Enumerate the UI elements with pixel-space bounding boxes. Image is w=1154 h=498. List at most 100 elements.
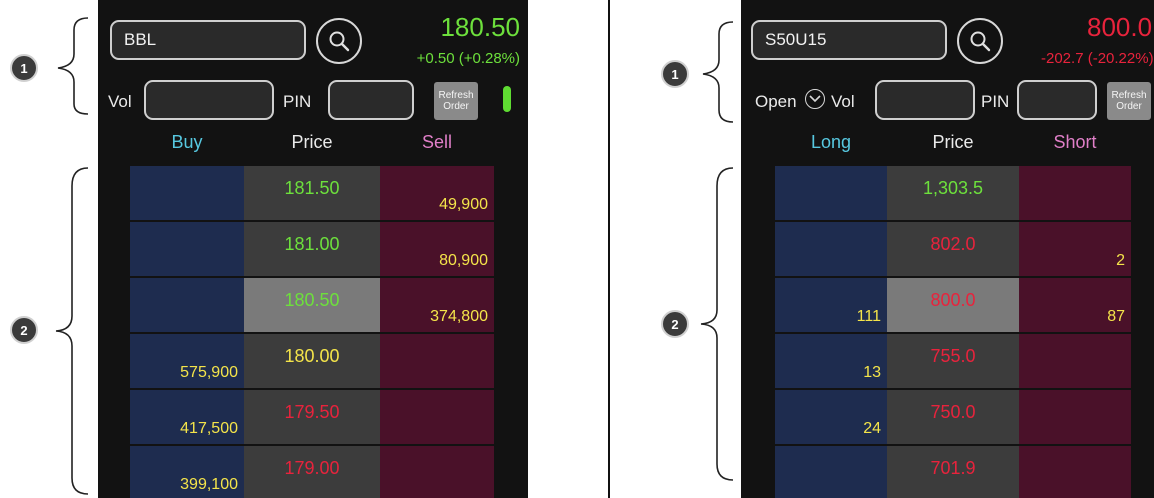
ask-cell[interactable]: 49,900: [380, 166, 494, 220]
bid-cell[interactable]: 575,900: [130, 334, 244, 388]
bid-cell[interactable]: [775, 446, 887, 498]
symbol-input[interactable]: BBL: [110, 20, 306, 60]
ask-cell[interactable]: 374,800: [380, 278, 494, 332]
price-level: 701.9: [930, 458, 976, 478]
last-price: 800.0: [1087, 12, 1153, 42]
last-price: 180.50: [440, 12, 520, 42]
bid-cell[interactable]: [775, 222, 887, 276]
ask-volume: 49,900: [439, 196, 488, 213]
search-icon: [329, 31, 350, 52]
ask-cell[interactable]: 87: [1019, 278, 1131, 332]
ask-cell[interactable]: 80,900: [380, 222, 494, 276]
price-cell[interactable]: 750.0: [887, 390, 1019, 444]
price-cell[interactable]: 180.00: [244, 334, 380, 388]
price-cell[interactable]: 180.50: [244, 278, 380, 332]
ask-cell[interactable]: [1019, 166, 1131, 220]
callout-badge-header-right: 1: [661, 60, 689, 88]
price-level: 181.50: [284, 178, 340, 198]
order-book-row[interactable]: 575,900 180.00: [130, 334, 494, 388]
brace-header-left: [57, 17, 89, 115]
bid-cell[interactable]: 399,100: [130, 446, 244, 498]
order-panel-stock: BBL 180.50 +0.50 (+0.28%) Vol PIN Refres…: [98, 0, 528, 498]
search-icon: [970, 31, 991, 52]
ask-volume: 80,900: [439, 252, 488, 269]
bid-cell[interactable]: [130, 278, 244, 332]
order-book-row[interactable]: 181.00 80,900: [130, 222, 494, 276]
price-cell[interactable]: 800.0: [887, 278, 1019, 332]
order-book-row[interactable]: 701.9: [775, 446, 1131, 498]
refresh-order-button[interactable]: Refresh Order: [434, 82, 478, 120]
ask-cell[interactable]: [1019, 446, 1131, 498]
bid-cell[interactable]: 24: [775, 390, 887, 444]
order-book-row[interactable]: 13 755.0: [775, 334, 1131, 388]
order-book-row[interactable]: 111 800.0 87: [775, 278, 1131, 332]
order-book-row[interactable]: 181.50 49,900: [130, 166, 494, 220]
price-cell[interactable]: 181.00: [244, 222, 380, 276]
callout-badge-book-right: 2: [661, 310, 689, 338]
ask-cell[interactable]: [380, 390, 494, 444]
price-level: 800.0: [930, 290, 976, 310]
price-level: 180.50: [284, 290, 340, 310]
search-button[interactable]: [957, 18, 1003, 64]
vol-label: Vol: [831, 92, 855, 111]
connection-indicator: [503, 86, 511, 112]
price-level: 750.0: [930, 402, 976, 422]
price-cell[interactable]: 181.50: [244, 166, 380, 220]
price-cell[interactable]: 1,303.5: [887, 166, 1019, 220]
ask-cell[interactable]: [380, 334, 494, 388]
pin-input[interactable]: [1017, 80, 1097, 120]
order-book-row[interactable]: 802.0 2: [775, 222, 1131, 276]
price-cell[interactable]: 755.0: [887, 334, 1019, 388]
bid-cell[interactable]: [775, 166, 887, 220]
col-header-price: Price: [291, 132, 333, 152]
col-header-buy: Buy: [171, 132, 203, 152]
pin-input[interactable]: [328, 80, 414, 120]
callout-badge-book-left: 2: [10, 316, 38, 344]
brace-header-right: [702, 21, 734, 123]
vol-input[interactable]: [875, 80, 975, 120]
refresh-order-button[interactable]: Refresh Order: [1107, 82, 1151, 120]
col-header-sell: Sell: [421, 132, 452, 152]
bid-volume: 575,900: [180, 364, 238, 381]
order-book-row[interactable]: 399,100 179.00: [130, 446, 494, 498]
open-dropdown[interactable]: [805, 89, 825, 109]
callout-badge-header-left: 1: [10, 54, 38, 82]
bid-volume: 417,500: [180, 420, 238, 437]
ask-cell[interactable]: [380, 446, 494, 498]
ask-cell[interactable]: 2: [1019, 222, 1131, 276]
price-level: 179.50: [284, 402, 340, 422]
price-cell[interactable]: 802.0: [887, 222, 1019, 276]
order-book-row[interactable]: 180.50 374,800: [130, 278, 494, 332]
bid-volume: 111: [856, 308, 881, 325]
price-level: 180.00: [284, 346, 340, 366]
search-button[interactable]: [316, 18, 362, 64]
symbol-input[interactable]: S50U15: [751, 20, 947, 60]
col-header-long: Long: [810, 132, 852, 152]
price-level: 181.00: [284, 234, 340, 254]
order-panel-futures: S50U15 800.0 -202.7 (-20.22%) Open Vol P…: [741, 0, 1154, 498]
pin-label: PIN: [283, 92, 312, 111]
order-book-row[interactable]: 417,500 179.50: [130, 390, 494, 444]
price-level: 755.0: [930, 346, 976, 366]
price-cell[interactable]: 701.9: [887, 446, 1019, 498]
price-change: -202.7 (-20.22%): [1041, 50, 1154, 67]
price-level: 802.0: [930, 234, 976, 254]
order-book-row[interactable]: 1,303.5: [775, 166, 1131, 220]
bid-cell[interactable]: [130, 222, 244, 276]
ask-cell[interactable]: [1019, 334, 1131, 388]
bid-volume: 399,100: [180, 476, 238, 493]
bid-cell[interactable]: 417,500: [130, 390, 244, 444]
bid-cell[interactable]: [130, 166, 244, 220]
ask-volume: 87: [1107, 308, 1125, 325]
col-header-price: Price: [932, 132, 974, 152]
bid-volume: 24: [863, 420, 881, 437]
open-label: Open: [755, 92, 797, 111]
bid-cell[interactable]: 13: [775, 334, 887, 388]
order-book-row[interactable]: 24 750.0: [775, 390, 1131, 444]
bid-cell[interactable]: 111: [775, 278, 887, 332]
ask-cell[interactable]: [1019, 390, 1131, 444]
vol-input[interactable]: [144, 80, 274, 120]
price-cell[interactable]: 179.00: [244, 446, 380, 498]
price-cell[interactable]: 179.50: [244, 390, 380, 444]
vol-label: Vol: [108, 92, 132, 111]
